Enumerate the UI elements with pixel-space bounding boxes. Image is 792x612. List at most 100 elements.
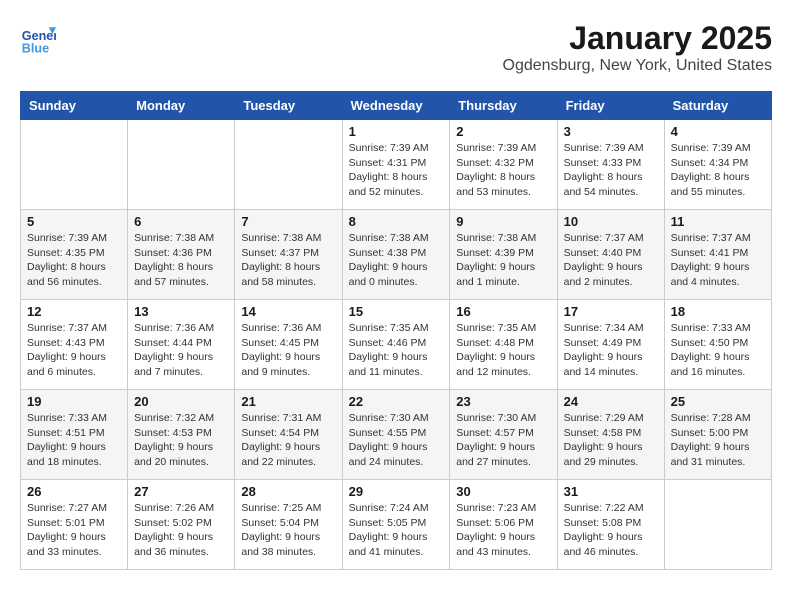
- day-info: Sunrise: 7:30 AM Sunset: 4:57 PM Dayligh…: [456, 411, 550, 470]
- calendar-cell: 7 Sunrise: 7:38 AM Sunset: 4:37 PM Daylig…: [235, 210, 342, 300]
- calendar-body: 1 Sunrise: 7:39 AM Sunset: 4:31 PM Daylig…: [21, 120, 772, 570]
- day-info: Sunrise: 7:33 AM Sunset: 4:50 PM Dayligh…: [671, 321, 765, 380]
- calendar-cell: 24Sunrise: 7:29 AM Sunset: 4:58 PM Dayli…: [557, 390, 664, 480]
- day-info: Sunrise: 7:38 AM Sunset: 4:37 PM Dayligh…: [241, 231, 335, 290]
- calendar-header: Sunday Monday Tuesday Wednesday Thursday…: [21, 92, 772, 120]
- page-header: General Blue January 2025 Ogdensburg, Ne…: [20, 20, 772, 75]
- day-info: Sunrise: 7:36 AM Sunset: 4:45 PM Dayligh…: [241, 321, 335, 380]
- day-info: Sunrise: 7:25 AM Sunset: 5:04 PM Dayligh…: [241, 501, 335, 560]
- calendar-cell: 23 Sunrise: 7:30 AM Sunset: 4:57 PM Dayli…: [450, 390, 557, 480]
- day-info: Sunrise: 7:24 AM Sunset: 5:05 PM Dayligh…: [349, 501, 444, 560]
- calendar-cell: 25Sunrise: 7:28 AM Sunset: 5:00 PM Dayli…: [664, 390, 771, 480]
- day-info: Sunrise: 7:36 AM Sunset: 4:44 PM Dayligh…: [134, 321, 228, 380]
- calendar-cell: 17 Sunrise: 7:34 AM Sunset: 4:49 PM Dayli…: [557, 300, 664, 390]
- day-number: 6: [134, 214, 228, 229]
- logo: General Blue: [20, 20, 56, 56]
- day-info: Sunrise: 7:35 AM Sunset: 4:46 PM Dayligh…: [349, 321, 444, 380]
- calendar-cell: [664, 480, 771, 570]
- calendar-cell: 1 Sunrise: 7:39 AM Sunset: 4:31 PM Daylig…: [342, 120, 450, 210]
- calendar-cell: 19 Sunrise: 7:33 AM Sunset: 4:51 PM Dayli…: [21, 390, 128, 480]
- day-number: 24: [564, 394, 658, 409]
- calendar-cell: 27 Sunrise: 7:26 AM Sunset: 5:02 PM Dayli…: [128, 480, 235, 570]
- calendar-cell: 10 Sunrise: 7:37 AM Sunset: 4:40 PM Dayli…: [557, 210, 664, 300]
- calendar-cell: 29 Sunrise: 7:24 AM Sunset: 5:05 PM Dayli…: [342, 480, 450, 570]
- calendar-cell: 18 Sunrise: 7:33 AM Sunset: 4:50 PM Dayli…: [664, 300, 771, 390]
- day-info: Sunrise: 7:39 AM Sunset: 4:31 PM Dayligh…: [349, 141, 444, 200]
- calendar-week-1: 1 Sunrise: 7:39 AM Sunset: 4:31 PM Daylig…: [21, 120, 772, 210]
- calendar-cell: 4Sunrise: 7:39 AM Sunset: 4:34 PM Daylig…: [664, 120, 771, 210]
- day-info: Sunrise: 7:38 AM Sunset: 4:38 PM Dayligh…: [349, 231, 444, 290]
- day-number: 9: [456, 214, 550, 229]
- calendar-cell: 31Sunrise: 7:22 AM Sunset: 5:08 PM Dayli…: [557, 480, 664, 570]
- day-number: 15: [349, 304, 444, 319]
- day-info: Sunrise: 7:39 AM Sunset: 4:33 PM Dayligh…: [564, 141, 658, 200]
- calendar-cell: 28 Sunrise: 7:25 AM Sunset: 5:04 PM Dayli…: [235, 480, 342, 570]
- header-row: Sunday Monday Tuesday Wednesday Thursday…: [21, 92, 772, 120]
- day-info: Sunrise: 7:37 AM Sunset: 4:41 PM Dayligh…: [671, 231, 765, 290]
- calendar-cell: 26 Sunrise: 7:27 AM Sunset: 5:01 PM Dayli…: [21, 480, 128, 570]
- day-info: Sunrise: 7:27 AM Sunset: 5:01 PM Dayligh…: [27, 501, 121, 560]
- calendar-cell: 12Sunrise: 7:37 AM Sunset: 4:43 PM Dayli…: [21, 300, 128, 390]
- calendar-week-3: 12Sunrise: 7:37 AM Sunset: 4:43 PM Dayli…: [21, 300, 772, 390]
- header-monday: Monday: [128, 92, 235, 120]
- calendar-week-4: 19 Sunrise: 7:33 AM Sunset: 4:51 PM Dayli…: [21, 390, 772, 480]
- day-number: 26: [27, 484, 121, 499]
- day-info: Sunrise: 7:39 AM Sunset: 4:35 PM Dayligh…: [27, 231, 121, 290]
- day-number: 5: [27, 214, 121, 229]
- header-saturday: Saturday: [664, 92, 771, 120]
- day-number: 21: [241, 394, 335, 409]
- calendar-subtitle: Ogdensburg, New York, United States: [503, 57, 773, 75]
- calendar-cell: 30 Sunrise: 7:23 AM Sunset: 5:06 PM Dayli…: [450, 480, 557, 570]
- day-number: 30: [456, 484, 550, 499]
- calendar-cell: 16Sunrise: 7:35 AM Sunset: 4:48 PM Dayli…: [450, 300, 557, 390]
- calendar-cell: 5 Sunrise: 7:39 AM Sunset: 4:35 PM Daylig…: [21, 210, 128, 300]
- day-info: Sunrise: 7:37 AM Sunset: 4:40 PM Dayligh…: [564, 231, 658, 290]
- day-number: 17: [564, 304, 658, 319]
- day-number: 22: [349, 394, 444, 409]
- day-number: 4: [671, 124, 765, 139]
- calendar-cell: [21, 120, 128, 210]
- day-number: 13: [134, 304, 228, 319]
- calendar-week-5: 26 Sunrise: 7:27 AM Sunset: 5:01 PM Dayli…: [21, 480, 772, 570]
- day-number: 27: [134, 484, 228, 499]
- day-info: Sunrise: 7:37 AM Sunset: 4:43 PM Dayligh…: [27, 321, 121, 380]
- calendar-cell: 14Sunrise: 7:36 AM Sunset: 4:45 PM Dayli…: [235, 300, 342, 390]
- header-tuesday: Tuesday: [235, 92, 342, 120]
- day-info: Sunrise: 7:39 AM Sunset: 4:32 PM Dayligh…: [456, 141, 550, 200]
- calendar-cell: 15 Sunrise: 7:35 AM Sunset: 4:46 PM Dayli…: [342, 300, 450, 390]
- day-info: Sunrise: 7:38 AM Sunset: 4:36 PM Dayligh…: [134, 231, 228, 290]
- day-info: Sunrise: 7:31 AM Sunset: 4:54 PM Dayligh…: [241, 411, 335, 470]
- day-number: 19: [27, 394, 121, 409]
- day-number: 28: [241, 484, 335, 499]
- day-number: 1: [349, 124, 444, 139]
- calendar-cell: 13 Sunrise: 7:36 AM Sunset: 4:44 PM Dayli…: [128, 300, 235, 390]
- day-number: 23: [456, 394, 550, 409]
- calendar-cell: 3 Sunrise: 7:39 AM Sunset: 4:33 PM Daylig…: [557, 120, 664, 210]
- day-number: 10: [564, 214, 658, 229]
- calendar-cell: 8Sunrise: 7:38 AM Sunset: 4:38 PM Daylig…: [342, 210, 450, 300]
- day-number: 18: [671, 304, 765, 319]
- day-number: 29: [349, 484, 444, 499]
- calendar-cell: 20Sunrise: 7:32 AM Sunset: 4:53 PM Dayli…: [128, 390, 235, 480]
- day-info: Sunrise: 7:34 AM Sunset: 4:49 PM Dayligh…: [564, 321, 658, 380]
- calendar-cell: 6 Sunrise: 7:38 AM Sunset: 4:36 PM Daylig…: [128, 210, 235, 300]
- svg-text:Blue: Blue: [22, 41, 49, 55]
- calendar-cell: 11Sunrise: 7:37 AM Sunset: 4:41 PM Dayli…: [664, 210, 771, 300]
- day-number: 2: [456, 124, 550, 139]
- calendar-cell: 2 Sunrise: 7:39 AM Sunset: 4:32 PM Daylig…: [450, 120, 557, 210]
- day-number: 3: [564, 124, 658, 139]
- calendar-cell: 22Sunrise: 7:30 AM Sunset: 4:55 PM Dayli…: [342, 390, 450, 480]
- header-wednesday: Wednesday: [342, 92, 450, 120]
- day-number: 7: [241, 214, 335, 229]
- day-number: 25: [671, 394, 765, 409]
- day-info: Sunrise: 7:23 AM Sunset: 5:06 PM Dayligh…: [456, 501, 550, 560]
- day-number: 31: [564, 484, 658, 499]
- title-block: January 2025 Ogdensburg, New York, Unite…: [503, 20, 773, 75]
- day-info: Sunrise: 7:38 AM Sunset: 4:39 PM Dayligh…: [456, 231, 550, 290]
- day-info: Sunrise: 7:33 AM Sunset: 4:51 PM Dayligh…: [27, 411, 121, 470]
- logo-icon: General Blue: [20, 20, 56, 56]
- header-friday: Friday: [557, 92, 664, 120]
- calendar-cell: [235, 120, 342, 210]
- day-info: Sunrise: 7:26 AM Sunset: 5:02 PM Dayligh…: [134, 501, 228, 560]
- calendar-cell: 21 Sunrise: 7:31 AM Sunset: 4:54 PM Dayli…: [235, 390, 342, 480]
